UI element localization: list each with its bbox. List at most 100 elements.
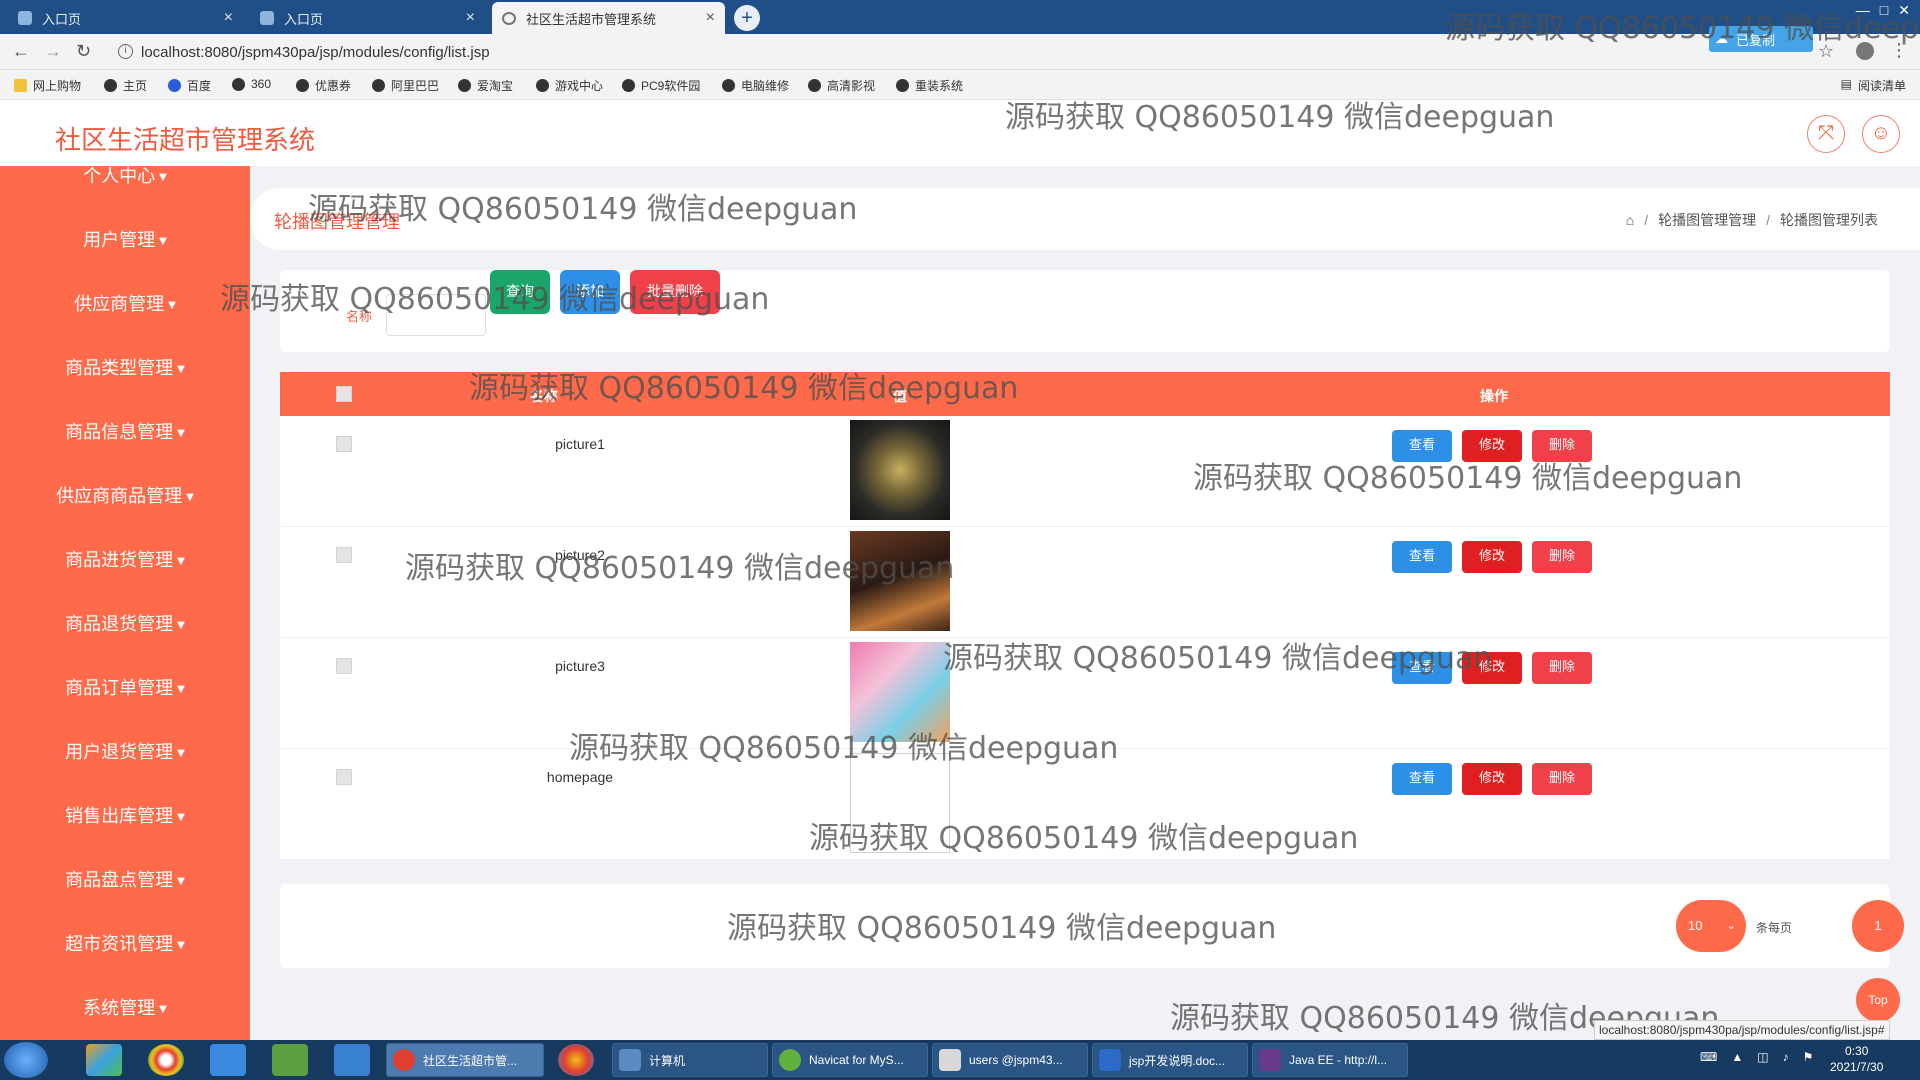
maximize-icon[interactable]: □ [1880, 2, 1888, 19]
taskbar-task[interactable]: jsp开发说明.doc... [1092, 1043, 1248, 1077]
profile-icon[interactable] [1856, 42, 1874, 60]
sidebar-item-user-returns[interactable]: 用户退货管理 ▼ [0, 738, 250, 764]
delete-button[interactable]: 删除 [1532, 763, 1592, 795]
flag-icon[interactable]: ⚑ [1803, 1050, 1814, 1064]
sidebar-item-product-types[interactable]: 商品类型管理 ▼ [0, 354, 250, 380]
bookmark-item[interactable]: 爱淘宝 [458, 77, 513, 94]
taskbar-task[interactable]: 社区生活超市管... [386, 1043, 544, 1077]
close-icon[interactable]: × [706, 9, 715, 27]
volume-icon[interactable]: ♪ [1783, 1050, 1789, 1064]
delete-button[interactable]: 删除 [1532, 541, 1592, 573]
bookmark-item[interactable]: 网上购物 [14, 77, 81, 94]
back-icon[interactable]: ← [12, 41, 30, 62]
sidebar-item-users[interactable]: 用户管理 ▼ [0, 226, 250, 252]
sidebar-item-personal-center[interactable]: 个人中心 ▼ [0, 166, 250, 188]
taskbar-task[interactable]: users @jspm43... [932, 1043, 1088, 1077]
name-search-input[interactable] [386, 294, 486, 336]
view-button[interactable]: 查看 [1392, 541, 1452, 573]
taskbar-task[interactable]: Java EE - http://l... [1252, 1043, 1408, 1077]
breadcrumb-item[interactable]: 轮播图管理管理 [1658, 210, 1756, 230]
clock[interactable]: 0:30 2021/7/30 [1830, 1043, 1883, 1075]
batch-delete-button[interactable]: 批量删除 [630, 270, 720, 314]
user-icon[interactable]: ☺ [1862, 115, 1900, 153]
minimize-icon[interactable]: — [1856, 2, 1870, 19]
app-pin-icon[interactable] [86, 1044, 122, 1076]
sidebar-item-label: 商品盘点管理 [65, 870, 174, 891]
bookmark-item[interactable]: 阿里巴巴 [372, 77, 439, 94]
row-checkbox[interactable] [336, 769, 352, 785]
menu-icon[interactable]: ⋮ [1890, 40, 1908, 61]
caret-down-icon: ▼ [177, 427, 185, 439]
row-checkbox[interactable] [336, 547, 352, 563]
bookmark-item[interactable]: 游戏中心 [536, 77, 603, 94]
url-field[interactable]: localhost:8080/jspm430pa/jsp/modules/con… [141, 44, 490, 61]
bookmark-item[interactable]: 高清影视 [808, 77, 875, 94]
forward-icon[interactable]: → [44, 41, 62, 62]
cloud-app-icon[interactable] [210, 1044, 246, 1076]
taskbar-task[interactable]: Navicat for MyS... [772, 1043, 928, 1077]
view-button[interactable]: 查看 [1392, 430, 1452, 462]
browser-icon[interactable] [558, 1044, 594, 1076]
reload-icon[interactable]: ↻ [76, 41, 91, 62]
task-app-icon[interactable] [334, 1044, 370, 1076]
browser-tab-active[interactable]: 社区生活超市管理系统 × [492, 2, 725, 34]
bookmark-label: 网上购物 [33, 79, 82, 93]
sidebar-item-system[interactable]: 系统管理 ▼ [0, 994, 250, 1020]
sidebar-item-inventory[interactable]: 商品盘点管理 ▼ [0, 866, 250, 892]
sidebar-item-suppliers[interactable]: 供应商管理 ▼ [0, 290, 250, 316]
home-icon[interactable]: ⌂ [1626, 212, 1634, 228]
chrome-icon[interactable] [148, 1044, 184, 1076]
view-button[interactable]: 查看 [1392, 652, 1452, 684]
row-checkbox[interactable] [336, 658, 352, 674]
globe-icon [622, 79, 635, 92]
window-controls: — □ ✕ [1856, 2, 1910, 19]
edit-button[interactable]: 修改 [1462, 430, 1522, 462]
windows-start-icon[interactable] [4, 1042, 48, 1078]
sidebar-item-product-returns[interactable]: 商品退货管理 ▼ [0, 610, 250, 636]
select-all-checkbox[interactable] [336, 386, 352, 402]
caret-down-icon: ▼ [177, 683, 185, 695]
add-button[interactable]: 添加 [560, 270, 620, 314]
page-number-button[interactable]: 1 [1852, 900, 1904, 952]
delete-button[interactable]: 删除 [1532, 652, 1592, 684]
sidebar-item-sales-outbound[interactable]: 销售出库管理 ▼ [0, 802, 250, 828]
bookmark-item[interactable]: 主页 [104, 77, 147, 94]
taskbar-task[interactable]: 计算机 [612, 1043, 768, 1077]
edit-button[interactable]: 修改 [1462, 763, 1522, 795]
task-label: 计算机 [649, 1053, 686, 1068]
keyboard-icon[interactable]: ⌨ [1700, 1050, 1717, 1064]
sidebar-item-purchasing[interactable]: 商品进货管理 ▼ [0, 546, 250, 572]
extension-button[interactable]: ☁ 已复制 [1709, 26, 1813, 52]
delete-button[interactable]: 删除 [1532, 430, 1592, 462]
network-icon[interactable]: ◫ [1757, 1050, 1768, 1064]
new-tab-button[interactable]: + [734, 5, 760, 31]
browser-tab[interactable]: 入口页 × [8, 2, 243, 34]
back-to-top-button[interactable]: Top [1856, 978, 1900, 1022]
view-button[interactable]: 查看 [1392, 763, 1452, 795]
browser-tab[interactable]: 入口页 × [250, 2, 485, 34]
query-button[interactable]: 查询 [490, 270, 550, 314]
info-icon[interactable]: i [118, 44, 133, 59]
row-checkbox[interactable] [336, 436, 352, 452]
page-size-select[interactable]: 10 ⌄ [1676, 900, 1746, 952]
sidebar-item-orders[interactable]: 商品订单管理 ▼ [0, 674, 250, 700]
close-icon[interactable]: × [224, 9, 233, 27]
chart-app-icon[interactable] [272, 1044, 308, 1076]
bookmark-item[interactable]: 重装系统 [896, 77, 963, 94]
edit-button[interactable]: 修改 [1462, 652, 1522, 684]
show-hidden-icon[interactable]: ▲ [1731, 1050, 1743, 1064]
bookmark-item[interactable]: PC9软件园 [622, 77, 700, 94]
bookmark-item[interactable]: 优惠券 [296, 77, 351, 94]
close-window-icon[interactable]: ✕ [1898, 2, 1910, 19]
edit-button[interactable]: 修改 [1462, 541, 1522, 573]
bookmark-item[interactable]: 电脑维修 [722, 77, 789, 94]
bookmark-item[interactable]: 360 [232, 77, 271, 91]
fullscreen-icon[interactable]: ⤧ [1807, 115, 1845, 153]
sidebar-item-product-info[interactable]: 商品信息管理 ▼ [0, 418, 250, 444]
reading-list[interactable]: ▤ 阅读清单 [1841, 77, 1906, 94]
star-icon[interactable]: ☆ [1818, 41, 1834, 62]
bookmark-item[interactable]: 百度 [168, 77, 211, 94]
sidebar-item-supplier-products[interactable]: 供应商商品管理 ▼ [0, 482, 250, 508]
close-icon[interactable]: × [466, 9, 475, 27]
sidebar-item-news[interactable]: 超市资讯管理 ▼ [0, 930, 250, 956]
